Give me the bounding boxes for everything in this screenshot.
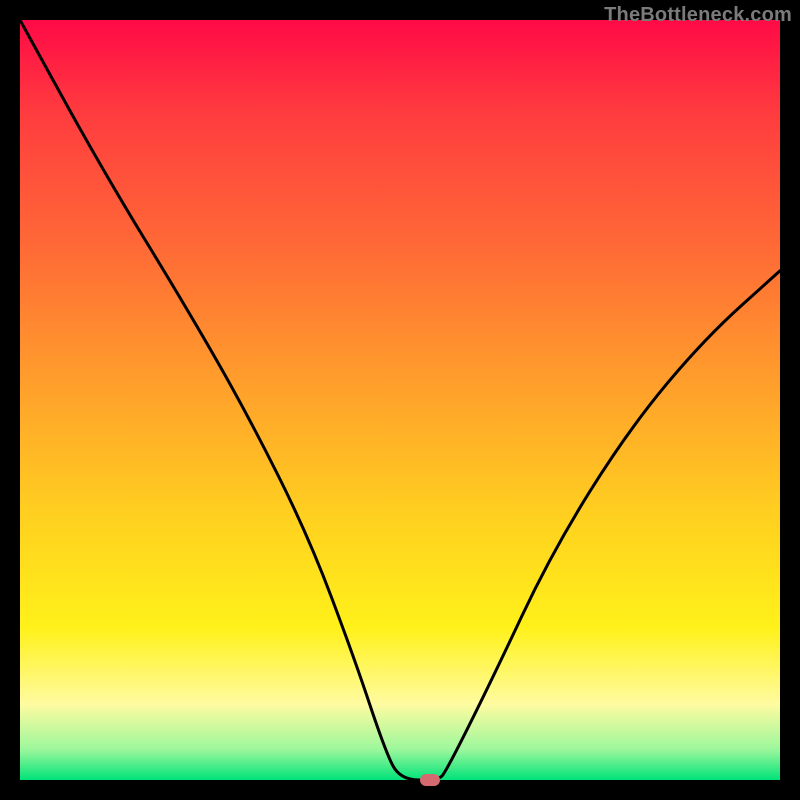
watermark-text: TheBottleneck.com: [604, 4, 792, 27]
chart-curve-layer: [20, 20, 780, 780]
chart-stage: TheBottleneck.com: [0, 0, 800, 800]
chart-marker-dot: [420, 774, 440, 786]
chart-curve: [20, 20, 780, 780]
